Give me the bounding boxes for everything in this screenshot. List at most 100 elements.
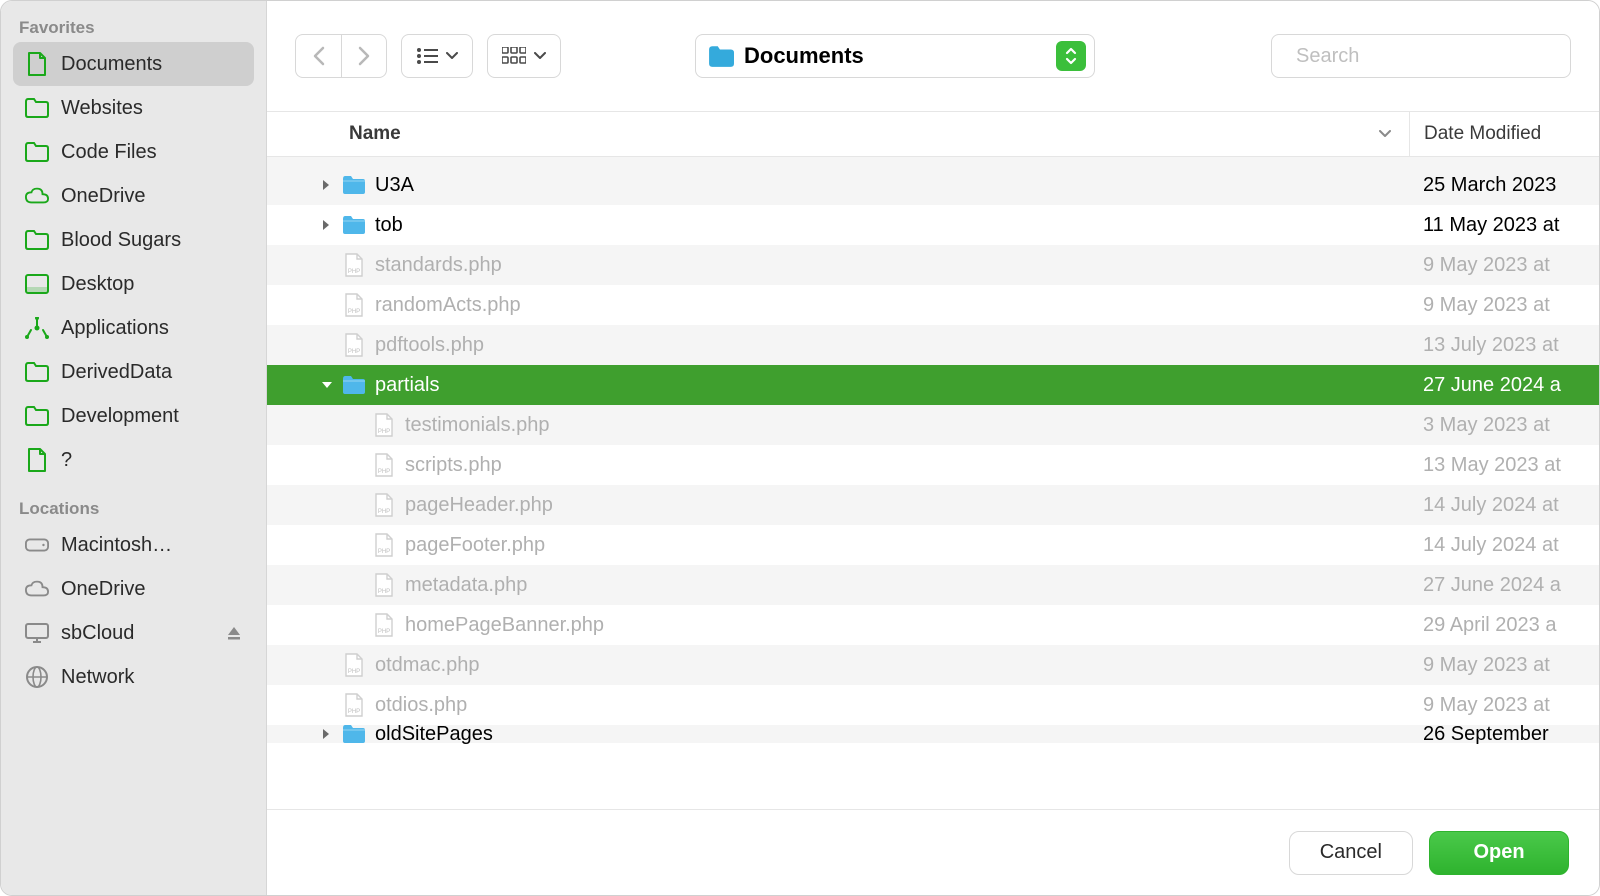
table-row[interactable]: PHPhomePageBanner.php29 April 2023 a (267, 605, 1599, 645)
back-button[interactable] (295, 34, 341, 78)
table-row[interactable]: partials27 June 2024 a (267, 365, 1599, 405)
disclosure-icon[interactable] (321, 728, 341, 740)
sidebar-item-code-files[interactable]: Code Files (13, 130, 254, 174)
file-name: standards.php (375, 254, 502, 277)
sidebar-item-label: sbCloud (61, 622, 134, 645)
locations-header: Locations (13, 492, 254, 523)
folder-icon (25, 360, 49, 384)
toolbar: Documents (267, 1, 1599, 111)
sidebar-item-documents[interactable]: Documents (13, 42, 254, 86)
hdd-icon (25, 533, 49, 557)
php-file-icon: PHP (371, 612, 397, 638)
table-row[interactable]: PHPpageFooter.php14 July 2024 at (267, 525, 1599, 565)
chevron-down-icon (446, 52, 458, 60)
sidebar-item-label: Documents (61, 53, 162, 76)
sidebar-item-label: Blood Sugars (61, 229, 181, 252)
php-file-icon: PHP (371, 452, 397, 478)
file-date: 13 July 2023 at (1409, 334, 1599, 357)
disclosure-icon[interactable] (321, 179, 341, 191)
file-name: pageFooter.php (405, 534, 545, 557)
chevron-down-icon (534, 52, 546, 60)
sidebar-item-deriveddata[interactable]: DerivedData (13, 350, 254, 394)
table-row[interactable]: PHPotdmac.php9 May 2023 at (267, 645, 1599, 685)
sidebar-item-blood-sugars[interactable]: Blood Sugars (13, 218, 254, 262)
path-label: Documents (744, 43, 864, 69)
table-row[interactable]: oldSitePages26 September (267, 725, 1599, 743)
sidebar-location-macintosh-[interactable]: Macintosh… (13, 523, 254, 567)
favorites-header: Favorites (13, 11, 254, 42)
svg-text:PHP: PHP (348, 269, 360, 275)
file-date: 9 May 2023 at (1409, 694, 1599, 717)
view-list-button[interactable] (401, 34, 473, 78)
sidebar-item-onedrive[interactable]: OneDrive (13, 174, 254, 218)
file-name: pageHeader.php (405, 494, 553, 517)
open-button[interactable]: Open (1429, 831, 1569, 875)
php-file-icon: PHP (341, 292, 367, 318)
sidebar-item-label: Applications (61, 317, 169, 340)
folder-icon (708, 45, 734, 67)
group-button[interactable] (487, 34, 561, 78)
sidebar-location-sbcloud[interactable]: sbCloud (13, 611, 254, 655)
table-row[interactable]: PHPrandomActs.php9 May 2023 at (267, 285, 1599, 325)
file-name: pdftools.php (375, 334, 484, 357)
file-date: 26 September (1409, 723, 1599, 746)
svg-text:PHP: PHP (348, 309, 360, 315)
cancel-button[interactable]: Cancel (1289, 831, 1413, 875)
disclosure-icon[interactable] (321, 380, 341, 390)
php-file-icon: PHP (371, 572, 397, 598)
sidebar-item-websites[interactable]: Websites (13, 86, 254, 130)
svg-text:PHP: PHP (378, 629, 390, 635)
table-row[interactable]: PHPstandards.php9 May 2023 at (267, 245, 1599, 285)
eject-icon[interactable] (226, 625, 242, 641)
folder-icon (25, 404, 49, 428)
table-row[interactable]: PHP otdios.php 9 May 2023 at (267, 685, 1599, 725)
search-field[interactable] (1271, 34, 1571, 78)
column-name[interactable]: Name (267, 123, 1409, 145)
folder-icon (25, 228, 49, 252)
file-name: otdios.php (375, 694, 467, 717)
php-file-icon: PHP (371, 412, 397, 438)
column-date[interactable]: Date Modified (1409, 112, 1599, 156)
folder-icon (341, 721, 367, 747)
file-name: homePageBanner.php (405, 614, 604, 637)
sidebar-item-development[interactable]: Development (13, 394, 254, 438)
table-row[interactable]: PHPpageHeader.php14 July 2024 at (267, 485, 1599, 525)
disclosure-icon[interactable] (321, 219, 341, 231)
search-input[interactable] (1296, 45, 1561, 68)
table-row[interactable]: PHPmetadata.php27 June 2024 a (267, 565, 1599, 605)
sidebar-location-onedrive[interactable]: OneDrive (13, 567, 254, 611)
php-file-icon: PHP (341, 692, 367, 718)
chevron-right-icon (357, 46, 371, 66)
folder-icon (341, 212, 367, 238)
apps-icon (25, 316, 49, 340)
file-date: 9 May 2023 at (1409, 294, 1599, 317)
path-popup[interactable]: Documents (695, 34, 1095, 78)
file-date: 27 June 2024 a (1409, 374, 1599, 397)
file-name: metadata.php (405, 574, 527, 597)
file-name: testimonials.php (405, 414, 550, 437)
svg-text:PHP: PHP (378, 469, 390, 475)
folder-icon (341, 172, 367, 198)
table-row[interactable]: PHPtestimonials.php3 May 2023 at (267, 405, 1599, 445)
file-name: scripts.php (405, 454, 502, 477)
list-icon (416, 47, 438, 65)
globe-icon (25, 665, 49, 689)
path-stepper-icon (1056, 41, 1086, 71)
sidebar-item-applications[interactable]: Applications (13, 306, 254, 350)
folder-icon (25, 140, 49, 164)
sidebar-item-desktop[interactable]: Desktop (13, 262, 254, 306)
sidebar-item--[interactable]: ? (13, 438, 254, 482)
sidebar-location-network[interactable]: Network (13, 655, 254, 699)
forward-button[interactable] (341, 34, 387, 78)
table-row[interactable]: tob11 May 2023 at (267, 205, 1599, 245)
svg-text:PHP: PHP (378, 589, 390, 595)
main-pane: Documents Name Date Modified U3A25 Ma (267, 1, 1599, 895)
file-date: 13 May 2023 at (1409, 454, 1599, 477)
svg-text:PHP: PHP (348, 669, 360, 675)
file-list[interactable]: U3A25 March 2023tob11 May 2023 at PHP stan… (267, 157, 1599, 809)
folder-icon (341, 372, 367, 398)
doc-icon (25, 448, 49, 472)
table-row[interactable]: PHP scripts.php 13 May 2023 at (267, 445, 1599, 485)
table-row[interactable]: PHPpdftools.php13 July 2023 at (267, 325, 1599, 365)
table-row[interactable]: U3A25 March 2023 (267, 165, 1599, 205)
